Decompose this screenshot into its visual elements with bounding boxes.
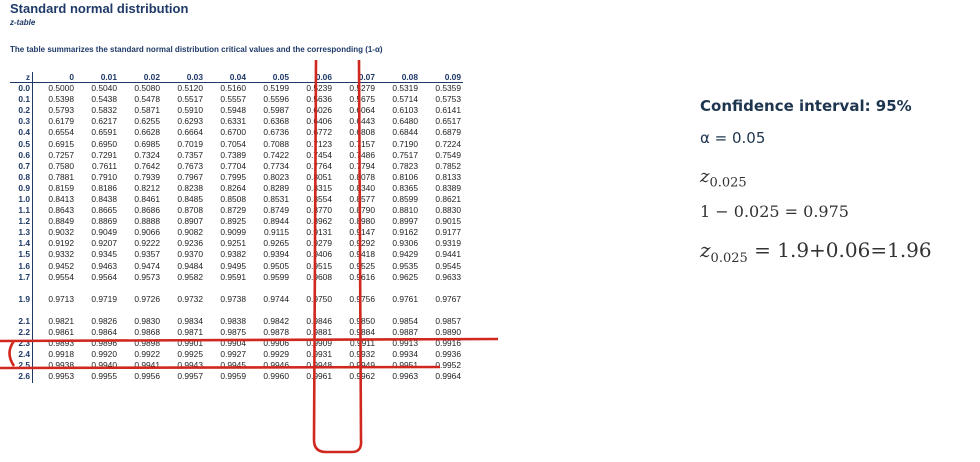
column-highlight-mark [312,59,363,454]
row-highlight-mark [0,337,499,370]
critical-value-symbol: z0.025 [700,166,747,191]
confidence-interval-label: Confidence interval: 95% [700,97,912,115]
annotation-overlay [0,59,499,454]
probability-calculation: 1 − 0.025 = 0.975 [700,202,849,221]
alpha-label: α = 0.05 [700,129,766,147]
critical-value-result: z0.025 = 1.9+0.06=1.96 [700,238,932,266]
